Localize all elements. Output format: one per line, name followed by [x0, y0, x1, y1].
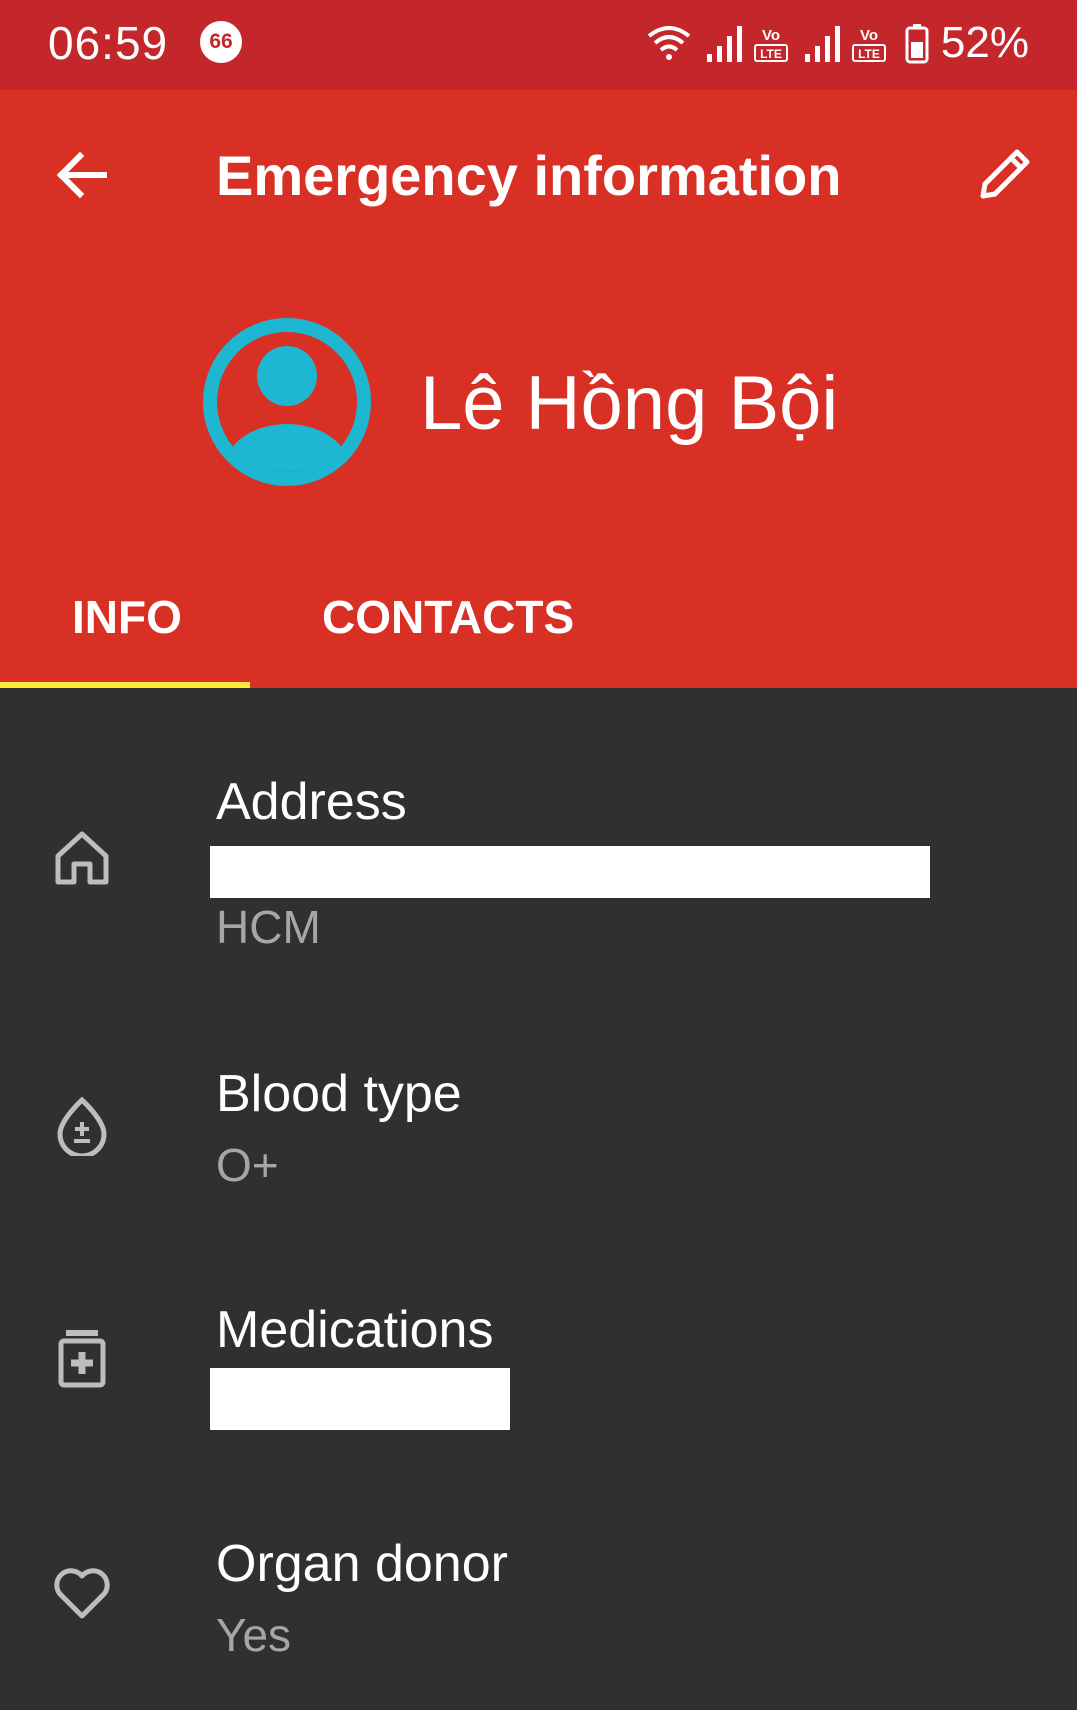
info-item-blood-type[interactable]: Blood type O+ — [0, 1050, 1077, 1210]
notification-badge: 66 — [200, 21, 242, 63]
battery-icon — [905, 24, 929, 64]
info-value-blood-type: O+ — [216, 1139, 279, 1191]
profile-name: Lê Hồng Bội — [420, 361, 839, 446]
heart-outline-icon — [52, 1562, 112, 1622]
medication-icon — [52, 1328, 112, 1388]
volte-icon: Vo LTE — [852, 27, 886, 62]
back-button[interactable] — [52, 145, 112, 205]
info-label-blood-type: Blood type — [216, 1065, 462, 1123]
blood-drop-icon — [52, 1096, 112, 1159]
info-item-address[interactable]: Address HCM — [0, 688, 1077, 978]
avatar — [203, 318, 371, 486]
pencil-icon — [980, 149, 1030, 199]
redacted-medications — [210, 1368, 510, 1430]
volte-bottom-label: LTE — [760, 47, 782, 61]
tab-contacts[interactable]: CONTACTS — [322, 590, 574, 644]
signal-icon — [707, 26, 742, 62]
redacted-address — [210, 846, 930, 898]
volte-top-label: Vo — [762, 27, 780, 44]
app-bar: Emergency information Lê Hồng Bội INFO C… — [0, 90, 1077, 688]
info-value-address: HCM — [216, 901, 321, 953]
battery-percent: 52% — [940, 18, 1029, 67]
info-item-organ-donor[interactable]: Organ donor Yes — [0, 1520, 1077, 1680]
arrow-back-icon — [56, 151, 107, 199]
volte-icon: Vo LTE — [754, 27, 788, 62]
page-title: Emergency information — [216, 144, 842, 207]
volte-bottom-label: LTE — [858, 47, 880, 61]
volte-top-label: Vo — [860, 27, 878, 44]
info-label-organ-donor: Organ donor — [216, 1535, 508, 1593]
signal-icon — [805, 26, 840, 62]
info-label-address: Address — [216, 773, 407, 831]
status-time: 06:59 — [48, 17, 169, 69]
wifi-icon — [647, 26, 691, 60]
home-icon — [52, 828, 112, 888]
info-item-medications[interactable]: Medications — [0, 1290, 1077, 1450]
status-bar: 06:59 66 Vo LTE Vo LTE 52% — [0, 0, 1077, 90]
info-label-medications: Medications — [216, 1301, 494, 1359]
edit-button[interactable] — [975, 142, 1037, 204]
info-value-organ-donor: Yes — [216, 1609, 292, 1661]
tab-info[interactable]: INFO — [72, 590, 182, 644]
account-circle-icon — [203, 318, 371, 486]
